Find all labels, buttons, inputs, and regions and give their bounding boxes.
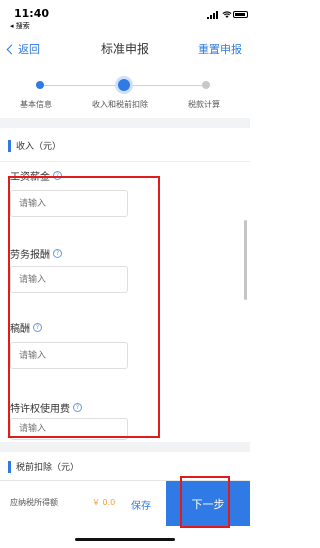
salary-input[interactable] [10,190,128,217]
labor-remuneration-input[interactable] [10,266,128,293]
field-label-labor: 劳务报酬 ? [10,246,62,261]
navigation-bar: 返回 标准申报 重置申报 [0,32,250,66]
home-indicator[interactable] [75,538,175,541]
deduction-section-header: 税前扣除（元） [0,452,250,482]
field-label-royalties: 特许权使用费 ? [10,400,82,415]
scrollbar[interactable] [244,220,247,300]
battery-icon [233,11,248,18]
help-icon[interactable]: ? [33,323,42,332]
income-section-header: 收入（元） [0,128,250,162]
step-progress: 基本信息 收入和税前扣除 税款计算 [0,66,250,118]
field-label-text: 工资薪金 [10,172,50,183]
field-label-text: 稿酬 [10,324,30,335]
footer-bar: 应纳税所得额 ￥ 0.00 保存 下一步 [0,480,250,527]
reset-declaration-button[interactable]: 重置申报 [198,41,242,57]
back-to-search-link[interactable]: ◂ 搜索 [10,21,30,31]
royalty-input[interactable] [10,418,128,440]
field-label-royalty: 稿酬 ? [10,320,42,335]
step-label-basic-info: 基本信息 [20,100,52,109]
deduction-section-title: 税前扣除（元） [16,463,80,473]
income-form: 工资薪金 ? 劳务报酬 ? 稿酬 ? 特许权使用费 ? [0,162,250,442]
next-step-button[interactable]: 下一步 [166,481,250,527]
section-gap [0,118,250,128]
taxable-income-label: 应纳税所得额 [10,498,58,507]
cellular-signal-icon [207,11,218,19]
section-accent-bar [8,461,11,473]
step-dot-income [118,79,130,91]
field-label-text: 特许权使用费 [10,404,70,415]
field-label-salary: 工资薪金 ? [10,168,62,183]
section-accent-bar [8,140,11,152]
home-area [0,526,250,548]
status-time: 11:40 [14,7,50,20]
income-section-title: 收入（元） [16,142,62,152]
field-label-text: 劳务报酬 [10,250,50,261]
wifi-icon [222,11,232,18]
step-connector [130,85,202,86]
save-button[interactable]: 保存 [116,481,166,527]
step-dot-tax-calc [202,81,210,89]
author-remuneration-input[interactable] [10,342,128,369]
step-label-income: 收入和税前扣除 [92,100,148,109]
section-gap [0,442,250,452]
step-dot-basic-info [36,81,44,89]
help-icon[interactable]: ? [53,171,62,180]
step-label-tax-calc: 税款计算 [188,100,220,109]
help-icon[interactable]: ? [53,249,62,258]
status-bar: 11:40 ◂ 搜索 [0,0,250,30]
step-connector [40,85,118,86]
help-icon[interactable]: ? [73,403,82,412]
